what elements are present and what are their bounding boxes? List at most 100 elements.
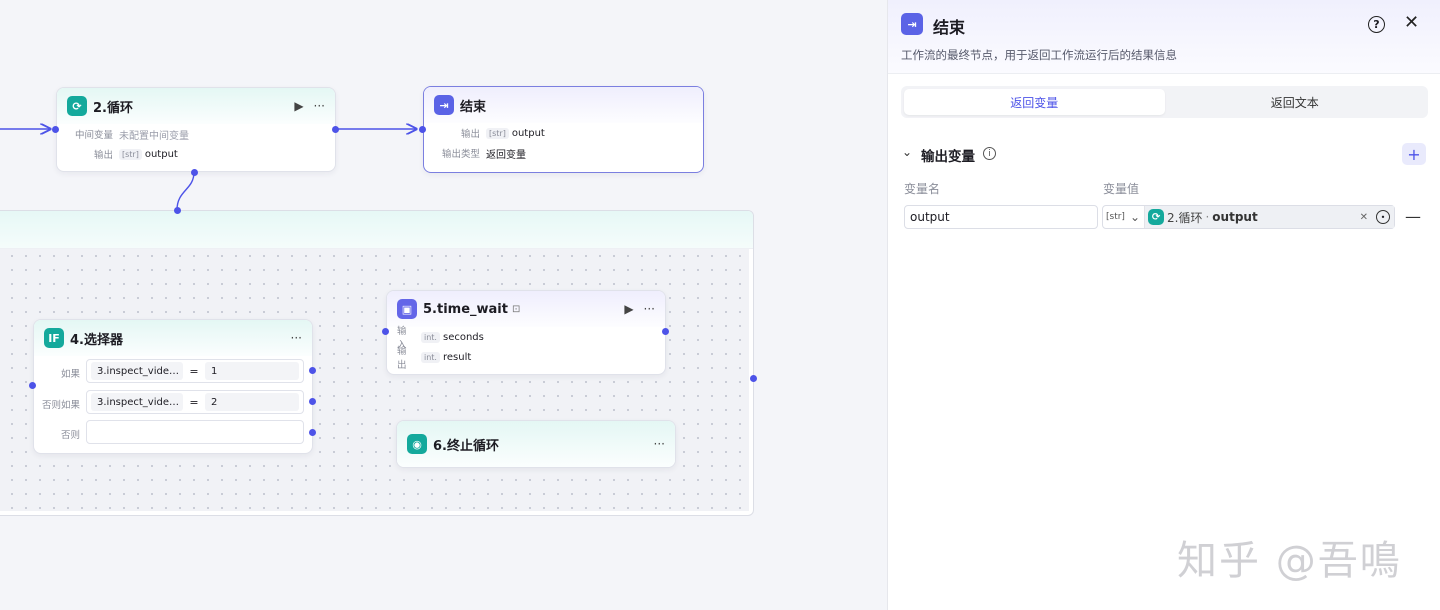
add-variable-button[interactable]: + [1402,143,1426,165]
node-loop-row: 中间变量 未配置中间变量 [57,124,335,144]
type-tag: int. [421,331,440,343]
type-tag: [str] [486,127,509,139]
port[interactable] [174,207,181,214]
if-icon: IF [44,328,64,348]
node-end-row: 输出 [str] output [424,123,703,143]
type-tag: int. [421,351,440,363]
node-break-loop[interactable]: ◉ 6.终止循环 ··· [396,420,676,468]
condition-label: 否则 [60,430,80,441]
variable-name-input[interactable]: output [904,205,1098,229]
node-time-wait-header: ▣ 5.time_wait ⊡ ▶ ··· [387,291,665,327]
condition-right[interactable]: 1 [205,362,299,380]
remove-variable-button[interactable]: — [1405,207,1421,226]
info-icon[interactable]: i [983,147,996,160]
node-selector-title: 4.选择器 [70,332,123,348]
chevron-down-icon[interactable]: ⌄ [902,145,912,159]
node-end-row: 输出类型 返回变量 [424,143,703,163]
node-time-wait[interactable]: ▣ 5.time_wait ⊡ ▶ ··· 输入 int. seconds 输出… [386,290,666,375]
port[interactable] [191,169,198,176]
row-value: 未配置中间变量 [119,130,189,142]
node-loop[interactable]: ⟳ 2.循环 ▶ ··· 中间变量 未配置中间变量 输出 [str] outpu… [56,87,336,172]
workflow-canvas[interactable]: ⟳ 2.循环 ▶ ··· 中间变量 未配置中间变量 输出 [str] outpu… [0,0,887,610]
port[interactable] [750,375,757,382]
reference-separator: · [1205,210,1210,224]
clear-icon[interactable]: ✕ [1360,212,1368,223]
node-loop-header: ⟳ 2.循环 ▶ ··· [57,88,335,124]
row-label: 输出 [93,150,113,161]
condition-operator[interactable]: = [183,365,205,378]
more-icon[interactable]: ··· [291,331,302,345]
node-selector-header: IF 4.选择器 ··· [34,320,312,356]
node-end-header: ⇥ 结束 [424,87,703,123]
variable-reference[interactable]: ⟳ 2.循环 · output ✕ • [1145,206,1394,228]
type-tag: [str] [1106,212,1125,222]
condition-left[interactable]: 3.inspect_vide… [91,362,183,380]
row-value: output [144,148,178,160]
port[interactable] [29,382,36,389]
column-header-name: 变量名 [904,182,941,196]
port[interactable] [662,328,669,335]
port[interactable] [382,328,389,335]
port[interactable] [309,367,316,374]
row-label: 输出 [397,346,407,371]
loop-icon: ⟳ [1148,209,1165,225]
port[interactable] [52,126,59,133]
loop-icon: ⟳ [67,96,87,116]
port[interactable] [332,126,339,133]
help-icon[interactable]: ? [1368,16,1385,33]
node-end-title: 结束 [460,99,487,115]
row-value: seconds [442,331,484,343]
node-break-loop-title: 6.终止循环 [433,438,499,454]
node-loop-row: 输出 [str] output [57,144,335,164]
condition-label: 如果 [60,369,80,380]
stop-circle-icon: ◉ [407,434,427,454]
panel-description: 工作流的最终节点，用于返回工作流运行后的结果信息 [901,48,1177,62]
variable-value-field[interactable]: [str] ⌄ ⟳ 2.循环 · output ✕ • [1102,205,1395,229]
variable-name-value: output [910,210,950,224]
more-icon[interactable]: ··· [314,99,325,113]
panel-tabs: 返回变量 返回文本 [901,86,1428,118]
tab-return-text[interactable]: 返回文本 [1165,89,1426,115]
condition-label: 否则如果 [41,400,80,411]
type-tag: [str] [119,148,142,160]
node-config-panel: ⇥ 结束 ? ✕ 工作流的最终节点，用于返回工作流运行后的结果信息 返回变量 返… [887,0,1440,610]
condition-right[interactable]: 2 [205,393,299,411]
plugin-cube-icon: ▣ [397,299,417,319]
exit-icon: ⇥ [901,13,923,35]
row-value: 返回变量 [486,149,526,161]
run-icon[interactable]: ▶ [294,99,303,113]
port[interactable] [309,429,316,436]
condition-row[interactable]: 3.inspect_vide… = 2 [86,390,304,414]
more-icon[interactable]: ··· [654,437,665,451]
node-time-wait-row: 输入 int. seconds [387,326,665,351]
panel-header: ⇥ 结束 ? ✕ 工作流的最终节点，用于返回工作流运行后的结果信息 [888,0,1440,74]
section-title: 输出变量 [921,149,975,165]
plugin-badge-icon: ⊡ [511,303,521,315]
panel-title: 结束 [933,18,966,37]
watermark: 知乎 @吾鳴 [1177,538,1402,584]
condition-left[interactable]: 3.inspect_vide… [91,393,183,411]
column-header-value: 变量值 [1103,182,1140,196]
variable-picker-icon[interactable]: • [1376,210,1390,224]
more-icon[interactable]: ··· [644,302,655,316]
reference-field: output [1212,210,1258,224]
condition-operator[interactable]: = [183,396,205,409]
condition-row-else[interactable] [86,420,304,444]
node-time-wait-title: 5.time_wait [423,301,508,317]
row-value: result [442,351,472,363]
port[interactable] [309,398,316,405]
close-icon[interactable]: ✕ [1404,12,1419,33]
row-label: 输出类型 [441,149,480,160]
node-end[interactable]: ⇥ 结束 输出 [str] output 输出类型 返回变量 [423,86,704,173]
row-label: 输出 [460,129,480,140]
node-break-loop-header: ◉ 6.终止循环 ··· [397,421,675,467]
node-loop-title: 2.循环 [93,100,133,116]
edge-loop-body [176,171,195,211]
exit-icon: ⇥ [434,95,454,115]
condition-row[interactable]: 3.inspect_vide… = 1 [86,359,304,383]
run-icon[interactable]: ▶ [624,302,633,316]
reference-node: 2.循环 [1167,210,1203,225]
tab-return-variable[interactable]: 返回变量 [904,89,1165,115]
type-dropdown-chevron-icon[interactable]: ⌄ [1130,210,1140,224]
port[interactable] [419,126,426,133]
